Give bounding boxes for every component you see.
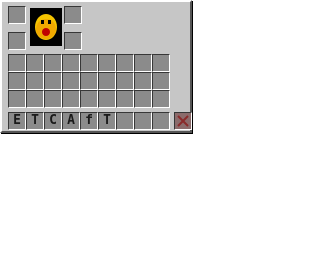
hotbar-slot[interactable]: f	[80, 112, 98, 130]
hotbar-item-label: T	[31, 113, 39, 128]
hotbar-slot[interactable]: E	[8, 112, 26, 130]
delete-item-button[interactable]	[174, 112, 192, 130]
inventory-slot[interactable]	[8, 90, 26, 108]
hotbar-item-label: f	[85, 113, 93, 128]
hotbar-item-label: T	[103, 113, 111, 128]
hotbar-slot[interactable]: C	[44, 112, 62, 130]
inventory-slot[interactable]	[98, 72, 116, 90]
inventory-slot[interactable]	[26, 72, 44, 90]
hotbar-slot[interactable]	[116, 112, 134, 130]
hotbar-slot[interactable]: T	[26, 112, 44, 130]
hotbar-slot[interactable]	[152, 112, 170, 130]
inventory-slot[interactable]	[152, 72, 170, 90]
hotbar-item-label: C	[49, 113, 57, 128]
inventory-slot[interactable]	[44, 72, 62, 90]
inventory-slot[interactable]	[134, 54, 152, 72]
inventory-slot[interactable]	[80, 90, 98, 108]
inventory-slot[interactable]	[80, 54, 98, 72]
inventory-slot[interactable]	[152, 90, 170, 108]
smiley-face-icon	[35, 14, 57, 40]
inventory-slot[interactable]	[26, 90, 44, 108]
crafting-slot[interactable]	[64, 6, 82, 24]
inventory-slot[interactable]	[116, 72, 134, 90]
inventory-slot[interactable]	[62, 54, 80, 72]
inventory-slot[interactable]	[26, 54, 44, 72]
inventory-slot[interactable]	[62, 90, 80, 108]
crafting-slot[interactable]	[64, 32, 82, 50]
inventory-slot[interactable]	[98, 54, 116, 72]
inventory-slot[interactable]	[134, 72, 152, 90]
hotbar-item-label: A	[67, 113, 75, 128]
armor-slot[interactable]	[8, 6, 26, 24]
close-icon	[177, 115, 189, 127]
inventory-slot[interactable]	[134, 90, 152, 108]
inventory-slot[interactable]	[80, 72, 98, 90]
hotbar-slot[interactable]: T	[98, 112, 116, 130]
inventory-slot[interactable]	[44, 54, 62, 72]
inventory-slot[interactable]	[116, 54, 134, 72]
armor-slot[interactable]	[8, 32, 26, 50]
inventory-panel: ETCAfT	[0, 0, 192, 133]
inventory-slot[interactable]	[62, 72, 80, 90]
hotbar-slot[interactable]: A	[62, 112, 80, 130]
inventory-slot[interactable]	[8, 54, 26, 72]
inventory-slot[interactable]	[44, 90, 62, 108]
inventory-slot[interactable]	[98, 90, 116, 108]
inventory-slot[interactable]	[152, 54, 170, 72]
hotbar-slot[interactable]	[134, 112, 152, 130]
inventory-slot[interactable]	[116, 90, 134, 108]
hotbar-item-label: E	[13, 113, 21, 128]
inventory-slot[interactable]	[8, 72, 26, 90]
character-preview	[30, 8, 62, 46]
